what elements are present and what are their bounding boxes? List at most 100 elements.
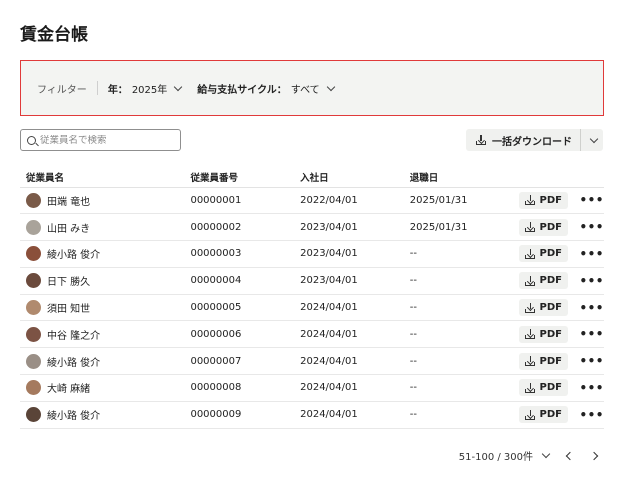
avatar bbox=[26, 300, 41, 316]
table-row[interactable]: 大崎 麻緒 00000008 2024/04/01 -- PDF ••• bbox=[20, 374, 604, 402]
pdf-download-button[interactable]: PDF bbox=[519, 272, 568, 290]
retire-date: -- bbox=[403, 294, 514, 322]
employee-name-cell: 須田 知世 bbox=[20, 294, 185, 322]
employee-name: 綾小路 俊介 bbox=[47, 411, 101, 423]
more-cell: ••• bbox=[573, 213, 604, 242]
more-options-icon[interactable]: ••• bbox=[579, 354, 604, 368]
avatar bbox=[26, 219, 41, 235]
filter-bar: フィルター 年： 2025年 給与支払サイクル： すべて bbox=[20, 60, 604, 116]
payroll-table: 従業員名 従業員番号 入社日 退職日 田端 竜也 00000001 2022/0… bbox=[20, 167, 604, 429]
pdf-label: PDF bbox=[539, 194, 562, 206]
employee-name: 綾小路 俊介 bbox=[47, 250, 101, 262]
more-options-icon[interactable]: ••• bbox=[579, 408, 604, 422]
more-cell: ••• bbox=[573, 267, 604, 295]
more-cell: ••• bbox=[573, 374, 604, 402]
more-options-icon[interactable]: ••• bbox=[579, 381, 604, 395]
employee-name-cell: 田端 竜也 bbox=[20, 187, 185, 215]
page-title: 賃金台帳 bbox=[20, 25, 88, 45]
more-options-icon[interactable]: ••• bbox=[579, 301, 604, 315]
year-filter-value: 2025年 bbox=[131, 84, 168, 96]
download-icon bbox=[476, 135, 486, 145]
page-range-select[interactable]: 51-100 / 300件 bbox=[458, 448, 551, 463]
download-icon bbox=[525, 275, 536, 286]
more-options-icon[interactable]: ••• bbox=[579, 220, 604, 234]
pdf-download-button[interactable]: PDF bbox=[519, 245, 568, 263]
bulk-download-group: 一括ダウンロード bbox=[466, 129, 603, 151]
employee-name: 中谷 隆之介 bbox=[47, 330, 101, 342]
employee-name: 大崎 麻緒 bbox=[47, 384, 91, 396]
employee-id: 00000006 bbox=[184, 320, 295, 349]
page-range: 51-100 / 300件 bbox=[458, 452, 533, 463]
pdf-download-button[interactable]: PDF bbox=[519, 352, 568, 370]
pdf-label: PDF bbox=[539, 355, 562, 367]
pdf-download-button[interactable]: PDF bbox=[519, 191, 568, 209]
bulk-download-button[interactable]: 一括ダウンロード bbox=[466, 129, 580, 151]
pdf-download-button[interactable]: PDF bbox=[519, 218, 568, 236]
hire-date: 2024/04/01 bbox=[294, 401, 404, 429]
table-row[interactable]: 山田 みき 00000002 2023/04/01 2025/01/31 PDF… bbox=[20, 213, 604, 242]
table-row[interactable]: 綾小路 俊介 00000009 2024/04/01 -- PDF ••• bbox=[20, 401, 604, 429]
employee-name-cell: 綾小路 俊介 bbox=[20, 347, 185, 376]
more-cell: ••• bbox=[573, 320, 604, 349]
employee-name-cell: 日下 勝久 bbox=[20, 267, 185, 295]
year-filter[interactable]: 年： 2025年 bbox=[107, 81, 183, 96]
employee-name-cell: 綾小路 俊介 bbox=[20, 401, 185, 429]
avatar bbox=[26, 407, 41, 423]
avatar bbox=[26, 380, 41, 396]
chevron-down-icon bbox=[326, 82, 335, 91]
download-icon bbox=[525, 222, 536, 233]
search-box[interactable] bbox=[20, 129, 181, 151]
column-header-id[interactable]: 従業員番号 bbox=[184, 167, 295, 188]
retire-date: -- bbox=[403, 240, 514, 268]
search-input[interactable] bbox=[40, 134, 170, 146]
column-header-name[interactable]: 従業員名 bbox=[20, 167, 185, 188]
employee-name: 須田 知世 bbox=[47, 304, 91, 316]
chevron-down-icon bbox=[541, 449, 551, 459]
year-filter-key: 年： bbox=[107, 84, 128, 96]
pdf-label: PDF bbox=[539, 248, 562, 260]
pdf-download-button[interactable]: PDF bbox=[519, 406, 568, 424]
more-cell: ••• bbox=[573, 294, 604, 322]
more-options-icon[interactable]: ••• bbox=[579, 327, 604, 341]
table-row[interactable]: 田端 竜也 00000001 2022/04/01 2025/01/31 PDF… bbox=[20, 187, 604, 215]
download-icon bbox=[525, 195, 536, 206]
table-row[interactable]: 中谷 隆之介 00000006 2024/04/01 -- PDF ••• bbox=[20, 320, 604, 349]
column-header-hired[interactable]: 入社日 bbox=[294, 167, 404, 188]
column-header-retired[interactable]: 退職日 bbox=[403, 167, 514, 188]
employee-name-cell: 綾小路 俊介 bbox=[20, 240, 185, 268]
pdf-cell: PDF bbox=[513, 401, 574, 429]
table-row[interactable]: 日下 勝久 00000004 2023/04/01 -- PDF ••• bbox=[20, 267, 604, 295]
employee-id: 00000009 bbox=[184, 401, 295, 429]
retire-date: -- bbox=[403, 267, 514, 295]
table-row[interactable]: 須田 知世 00000005 2024/04/01 -- PDF ••• bbox=[20, 294, 604, 322]
retire-date: -- bbox=[403, 320, 514, 349]
pdf-download-button[interactable]: PDF bbox=[519, 325, 568, 343]
avatar bbox=[26, 353, 41, 369]
employee-name: 日下 勝久 bbox=[47, 277, 91, 289]
pdf-download-button[interactable]: PDF bbox=[519, 379, 568, 397]
more-cell: ••• bbox=[573, 347, 604, 376]
pagination: 51-100 / 300件 bbox=[458, 448, 599, 463]
retire-date: 2025/01/31 bbox=[403, 187, 514, 215]
table-row[interactable]: 綾小路 俊介 00000007 2024/04/01 -- PDF ••• bbox=[20, 347, 604, 376]
more-options-icon[interactable]: ••• bbox=[579, 274, 604, 288]
employee-id: 00000003 bbox=[184, 240, 295, 268]
hire-date: 2024/04/01 bbox=[294, 374, 404, 402]
pdf-cell: PDF bbox=[513, 240, 574, 268]
bulk-download-menu-button[interactable] bbox=[581, 129, 603, 151]
pdf-cell: PDF bbox=[513, 320, 574, 349]
pdf-download-button[interactable]: PDF bbox=[519, 299, 568, 317]
more-options-icon[interactable]: ••• bbox=[579, 193, 604, 207]
employee-name-cell: 中谷 隆之介 bbox=[20, 320, 185, 349]
pdf-label: PDF bbox=[539, 328, 562, 340]
pdf-cell: PDF bbox=[513, 187, 574, 215]
pay-cycle-filter[interactable]: 給与支払サイクル： すべて bbox=[197, 81, 335, 96]
more-cell: ••• bbox=[573, 187, 604, 215]
table-row[interactable]: 綾小路 俊介 00000003 2023/04/01 -- PDF ••• bbox=[20, 240, 604, 268]
previous-page-icon[interactable] bbox=[565, 451, 575, 460]
more-options-icon[interactable]: ••• bbox=[579, 247, 604, 261]
pdf-cell: PDF bbox=[513, 374, 574, 402]
employee-id: 00000004 bbox=[184, 267, 295, 295]
next-page-icon[interactable] bbox=[589, 451, 599, 460]
employee-name-cell: 山田 みき bbox=[20, 213, 185, 242]
